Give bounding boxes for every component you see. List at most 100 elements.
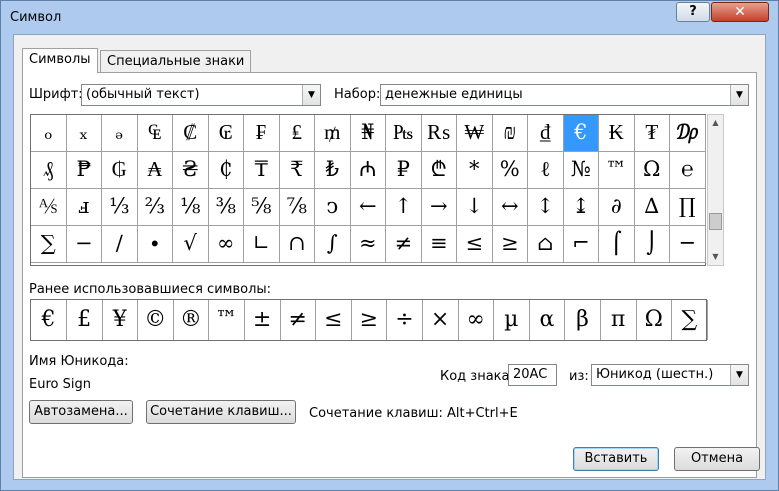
scroll-down-icon[interactable]: ▼ [708, 249, 723, 265]
symbol-cell[interactable]: ₵ [208, 152, 244, 189]
symbol-cell[interactable]: − [66, 226, 102, 263]
symbol-cell[interactable]: ⅍ [31, 189, 67, 226]
symbol-cell[interactable]: ₡ [173, 115, 209, 152]
recent-symbol-cell[interactable]: ≥ [351, 300, 388, 340]
recent-symbol-cell[interactable]: ≠ [280, 300, 317, 340]
symbol-cell[interactable]: ≈ [350, 226, 386, 263]
from-select[interactable]: Юникод (шестн.) ▼ [591, 364, 749, 386]
symbol-cell[interactable]: ⅝ [244, 189, 280, 226]
symbol-cell[interactable]: ₮ [634, 115, 670, 152]
recent-symbol-cell[interactable]: β [565, 300, 601, 340]
symbol-cell[interactable]: ₱ [66, 152, 102, 189]
symbol-cell[interactable]: ∩ [279, 226, 315, 263]
symbol-cell[interactable]: ─ [670, 226, 706, 263]
symbol-cell[interactable]: ↨ [563, 189, 599, 226]
scroll-thumb[interactable] [709, 213, 722, 230]
symbol-cell[interactable]: ₣ [244, 115, 280, 152]
symbol-cell[interactable]: ↑ [386, 189, 422, 226]
symbol-cell[interactable]: ℮ [670, 152, 706, 189]
recent-symbol-cell[interactable]: ∞ [458, 300, 495, 340]
symbol-cell[interactable]: ⌐ [563, 226, 599, 263]
symbol-cell[interactable]: * [457, 152, 493, 189]
symbol-cell[interactable]: ₓ [66, 115, 102, 152]
symbol-cell[interactable]: ↓ [457, 189, 493, 226]
symbol-cell[interactable]: ∟ [244, 226, 280, 263]
close-button[interactable]: ✕ [711, 2, 769, 22]
symbol-cell[interactable]: ₦ [350, 115, 386, 152]
recent-symbol-cell[interactable]: µ [494, 300, 530, 340]
symbol-cell[interactable]: ₨ [421, 115, 457, 152]
symbol-grid[interactable]: ₒ ₓ ₔ ₠ ₡ ₢ ₣ ₤ ₥ ₦ ₧ ₨ ₩ ₪ ₫ € ₭ ₮ ₯ ₰ ₱ ₲ ₳ ₴ ₵ ₸ ₹ ₺ ₼ ₽ ₾ *% ℓ № ™ Ω ℮ ⅍ ⅎ… [30, 114, 706, 266]
symbol-cell[interactable]: ⅔ [137, 189, 173, 226]
symbol-cell[interactable]: ₼ [350, 152, 386, 189]
chevron-down-icon[interactable]: ▼ [730, 85, 748, 105]
recent-symbol-cell[interactable]: Ω [636, 300, 673, 340]
subset-select[interactable]: денежные единицы ▼ [380, 84, 749, 106]
symbol-cell[interactable]: ⌡ [634, 226, 670, 263]
symbol-cell[interactable]: ™ [599, 152, 635, 189]
recent-symbol-cell[interactable]: © [138, 300, 174, 340]
symbol-cell[interactable]: ₽ [386, 152, 422, 189]
recent-symbol-cell[interactable]: ± [245, 300, 281, 340]
symbol-cell[interactable]: ⅞ [279, 189, 315, 226]
symbol-cell[interactable]: ≠ [386, 226, 422, 263]
symbol-cell[interactable]: √ [173, 226, 209, 263]
tab-symbols[interactable]: Символы [22, 48, 98, 73]
recent-symbol-cell[interactable]: × [423, 300, 459, 340]
symbol-cell[interactable]: ₧ [386, 115, 422, 152]
tab-special-characters[interactable]: Специальные знаки [100, 50, 252, 72]
chevron-down-icon[interactable]: ▼ [730, 365, 748, 385]
symbol-cell[interactable]: → [421, 189, 457, 226]
insert-button[interactable]: Вставить [573, 447, 659, 471]
font-select[interactable]: (обычный текст) ▼ [81, 84, 321, 106]
symbol-cell[interactable]: ∑ [31, 226, 67, 263]
recent-symbol-cell[interactable]: α [529, 300, 566, 340]
symbol-cell[interactable]: ₩ [457, 115, 493, 152]
symbol-cell[interactable]: ≤ [457, 226, 493, 263]
help-button[interactable]: ? [676, 2, 710, 22]
symbol-cell[interactable]: ⌂ [528, 226, 564, 263]
symbol-cell[interactable]: ∫ [315, 226, 351, 263]
recent-symbol-cell[interactable]: ∑ [672, 300, 708, 340]
recent-symbol-cell[interactable]: € [31, 300, 67, 340]
symbol-cell[interactable]: € [563, 115, 599, 152]
chevron-down-icon[interactable]: ▼ [302, 85, 320, 105]
symbol-grid-scrollbar[interactable]: ▲ ▼ [707, 114, 724, 266]
symbol-cell[interactable]: ≡ [421, 226, 457, 263]
symbol-cell[interactable]: ℓ [528, 152, 564, 189]
symbol-cell[interactable]: Ω [634, 152, 670, 189]
symbol-cell[interactable]: ₥ [315, 115, 351, 152]
symbol-cell[interactable]: ∏ [670, 189, 706, 226]
symbol-cell[interactable]: ∕ [102, 226, 138, 263]
symbol-cell[interactable]: № [563, 152, 599, 189]
symbol-cell[interactable]: ≥ [492, 226, 528, 263]
recent-symbols[interactable]: € £ ¥ © ® ™ ± ≠ ≤ ≥ ÷ × ∞ µ α β π Ω ∑ [30, 299, 708, 341]
shortcut-key-button[interactable]: Сочетание клавиш... [146, 400, 296, 424]
title-bar[interactable]: Символ ? ✕ [1, 1, 778, 34]
recent-symbol-cell[interactable]: ≤ [316, 300, 352, 340]
symbol-cell[interactable]: ₔ [102, 115, 138, 152]
symbol-cell[interactable]: ₭ [599, 115, 635, 152]
symbol-cell[interactable]: ₳ [137, 152, 173, 189]
symbol-cell[interactable]: ∙ [137, 226, 173, 263]
symbol-cell[interactable]: ₹ [279, 152, 315, 189]
symbol-cell[interactable]: ↔ [492, 189, 528, 226]
symbol-cell[interactable]: ⅜ [208, 189, 244, 226]
symbol-cell[interactable]: ₺ [315, 152, 351, 189]
symbol-cell[interactable]: ⅛ [173, 189, 209, 226]
recent-symbol-cell[interactable]: ÷ [387, 300, 423, 340]
cancel-button[interactable]: Отмена [674, 447, 760, 471]
symbol-cell[interactable]: ₤ [279, 115, 315, 152]
recent-symbol-cell[interactable]: π [601, 300, 637, 340]
recent-symbol-cell[interactable]: ™ [209, 300, 245, 340]
symbol-cell[interactable]: ← [350, 189, 386, 226]
symbol-cell[interactable]: ₲ [102, 152, 138, 189]
symbol-cell[interactable]: ∞ [208, 226, 244, 263]
character-code-input[interactable]: 20AC [508, 364, 557, 386]
symbol-cell[interactable]: ₪ [492, 115, 528, 152]
symbol-cell[interactable]: ↕ [528, 189, 564, 226]
recent-symbol-cell[interactable]: ® [173, 300, 210, 340]
symbol-cell[interactable]: ∆ [634, 189, 670, 226]
symbol-cell[interactable]: ↄ [315, 189, 351, 226]
scroll-up-icon[interactable]: ▲ [708, 115, 723, 131]
